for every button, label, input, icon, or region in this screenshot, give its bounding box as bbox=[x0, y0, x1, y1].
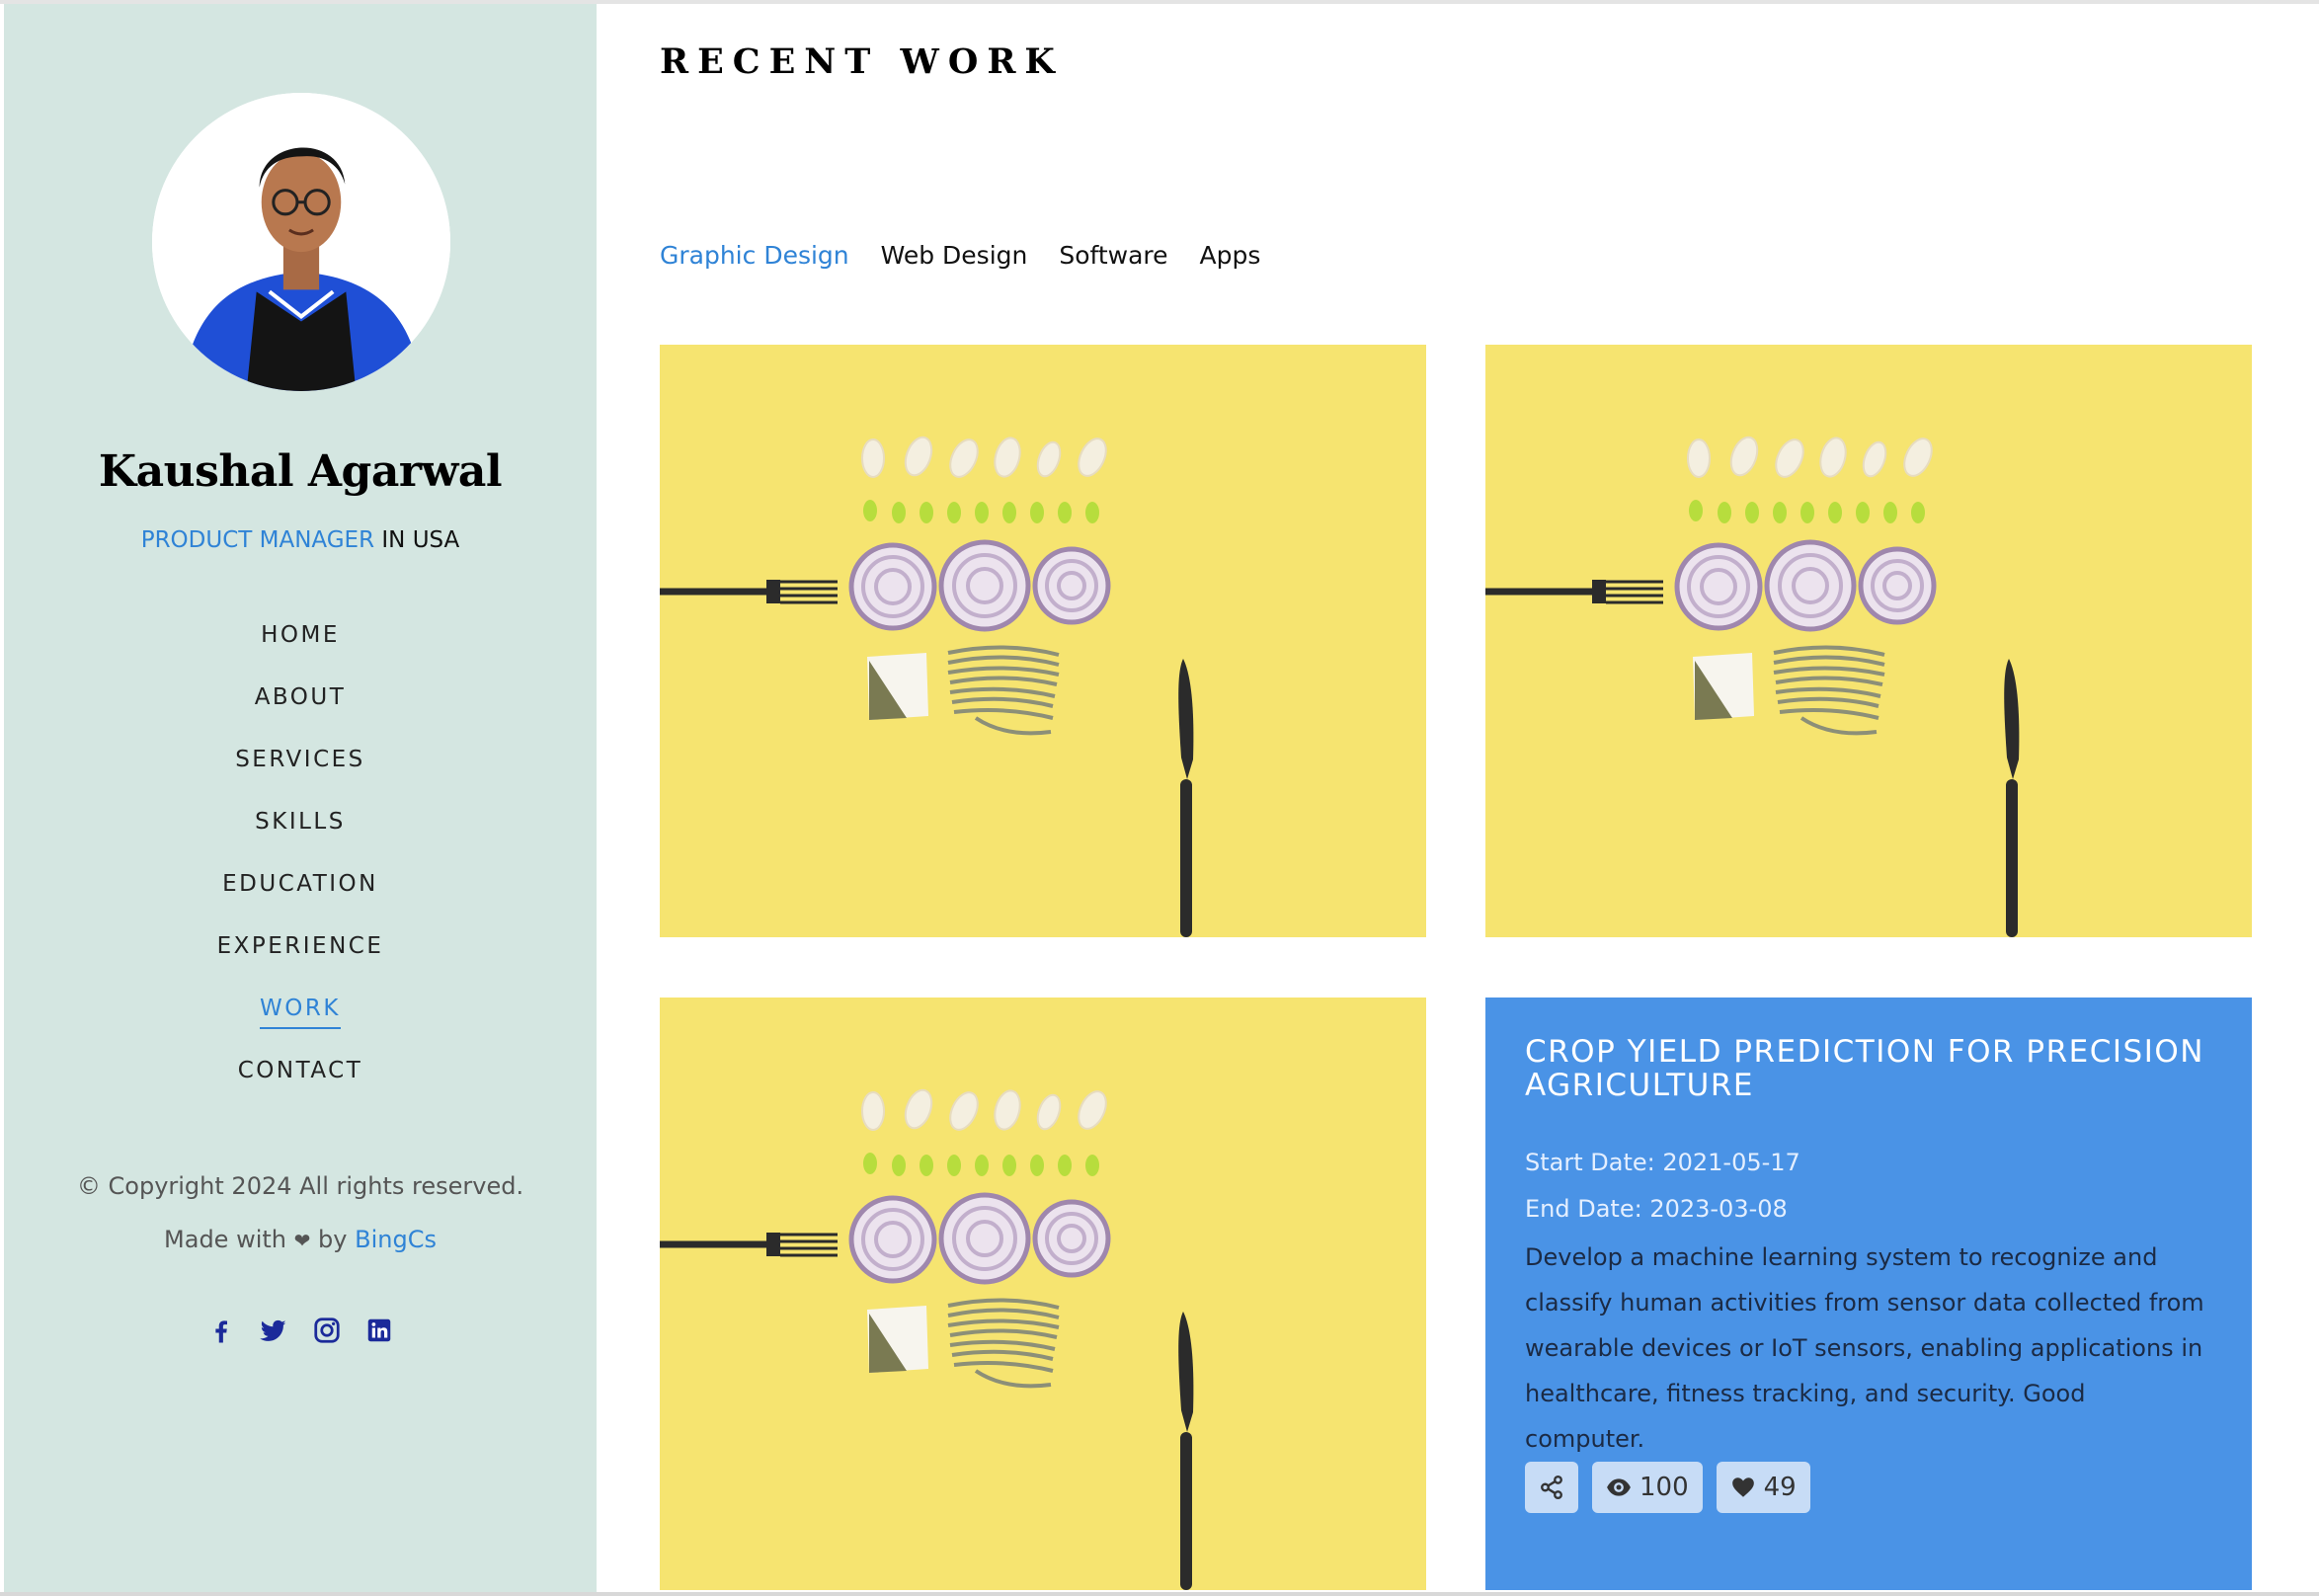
food-art-image bbox=[1485, 345, 2252, 937]
page-title: RECENT WORK bbox=[660, 41, 1064, 82]
copyright: © Copyright 2024 All rights reserved. Ma… bbox=[76, 1172, 524, 1253]
nav-item-home[interactable]: HOME bbox=[4, 614, 597, 677]
instagram-icon[interactable] bbox=[312, 1316, 342, 1345]
nav-item-contact[interactable]: CONTACT bbox=[4, 1050, 597, 1112]
twitter-icon[interactable] bbox=[259, 1316, 288, 1345]
nav-item-education[interactable]: EDUCATION bbox=[4, 863, 597, 925]
work-filters: Graphic Design Web Design Software Apps bbox=[660, 241, 1284, 270]
views-count: 100 bbox=[1639, 1473, 1689, 1502]
heart-icon: ❤ bbox=[293, 1229, 311, 1252]
project-title: CROP YIELD PREDICTION FOR PRECISION AGRI… bbox=[1525, 1034, 2204, 1103]
views-button[interactable]: 100 bbox=[1592, 1462, 1703, 1513]
avatar bbox=[152, 93, 450, 391]
nav-item-work[interactable]: WORK bbox=[4, 988, 597, 1050]
role-location: IN USA bbox=[374, 527, 460, 553]
main-nav: HOME ABOUT SERVICES SKILLS EDUCATION EXP… bbox=[4, 614, 597, 1112]
project-actions: 100 49 bbox=[1525, 1462, 1810, 1513]
sidebar: Kaushal Agarwal PRODUCT MANAGER IN USA H… bbox=[4, 4, 597, 1596]
social-links bbox=[4, 1316, 597, 1345]
project-description: Develop a machine learning system to rec… bbox=[1525, 1243, 2204, 1453]
likes-button[interactable]: 49 bbox=[1716, 1462, 1810, 1513]
role-title: PRODUCT MANAGER bbox=[140, 527, 375, 553]
filter-apps[interactable]: Apps bbox=[1200, 241, 1261, 270]
nav-item-experience[interactable]: EXPERIENCE bbox=[4, 925, 597, 988]
filter-web-design[interactable]: Web Design bbox=[881, 241, 1028, 270]
heart-icon bbox=[1731, 1477, 1754, 1497]
project-card[interactable]: CROP YIELD PREDICTION FOR PRECISION AGRI… bbox=[1485, 998, 2252, 1590]
work-card-image[interactable] bbox=[660, 345, 1426, 937]
filter-graphic-design[interactable]: Graphic Design bbox=[660, 241, 849, 270]
project-start-date: Start Date: 2021-05-17 bbox=[1525, 1149, 1800, 1176]
profile-name: Kaushal Agarwal bbox=[98, 446, 503, 497]
linkedin-icon[interactable] bbox=[364, 1316, 394, 1345]
nav-item-services[interactable]: SERVICES bbox=[4, 739, 597, 801]
food-art-image bbox=[660, 998, 1426, 1590]
project-end-date: End Date: 2023-03-08 bbox=[1525, 1195, 1788, 1223]
share-icon bbox=[1541, 1475, 1562, 1500]
author-link[interactable]: BingCs bbox=[355, 1226, 437, 1253]
likes-count: 49 bbox=[1763, 1473, 1797, 1502]
nav-item-about[interactable]: ABOUT bbox=[4, 677, 597, 739]
food-art-image bbox=[660, 345, 1426, 937]
bottom-border bbox=[0, 1592, 2319, 1596]
facebook-icon[interactable] bbox=[206, 1316, 236, 1345]
nav-item-skills[interactable]: SKILLS bbox=[4, 801, 597, 863]
work-card-image[interactable] bbox=[1485, 345, 2252, 937]
profile-role: PRODUCT MANAGER IN USA bbox=[4, 527, 597, 553]
eye-icon bbox=[1607, 1478, 1631, 1496]
share-button[interactable] bbox=[1525, 1462, 1578, 1513]
filter-software[interactable]: Software bbox=[1059, 241, 1167, 270]
work-card-image[interactable] bbox=[660, 998, 1426, 1590]
